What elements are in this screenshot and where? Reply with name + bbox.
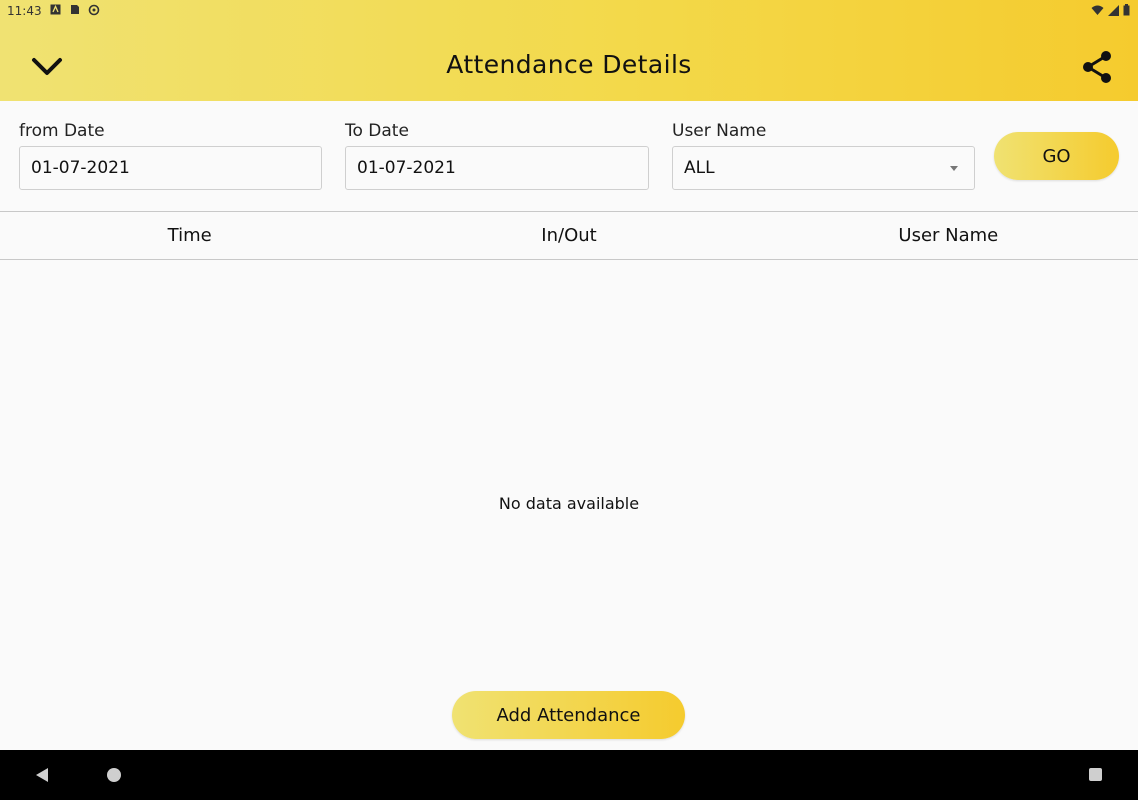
table-header: Time In/Out User Name [0, 212, 1138, 259]
accessibility-icon [50, 4, 61, 19]
sync-icon [88, 4, 100, 19]
status-icons-right [1091, 4, 1130, 19]
app-bar: 11:43 Attendance Details [0, 0, 1138, 101]
user-name-select[interactable]: ALL [672, 146, 975, 190]
wifi-icon [1091, 5, 1104, 19]
table-header-divider [0, 259, 1138, 260]
empty-state-message: No data available [498, 494, 640, 513]
nav-back-icon[interactable] [36, 768, 48, 782]
signal-icon [1108, 4, 1119, 19]
nav-recents-icon[interactable] [1089, 768, 1102, 781]
status-bar: 11:43 [0, 0, 1138, 22]
dropdown-caret-icon [950, 166, 958, 171]
chevron-down-icon[interactable] [27, 50, 67, 84]
user-name-selected-value: ALL [684, 158, 715, 178]
battery-icon [1123, 4, 1130, 19]
sd-card-icon [69, 4, 80, 19]
user-name-label: User Name [672, 121, 767, 141]
status-time: 11:43 [7, 4, 42, 18]
from-date-label: from Date [19, 121, 105, 141]
share-icon[interactable] [1078, 47, 1118, 87]
go-button[interactable]: GO [994, 132, 1119, 180]
nav-home-icon[interactable] [107, 768, 121, 782]
from-date-field[interactable] [19, 146, 322, 190]
page-title: Attendance Details [446, 50, 692, 79]
column-header-in-out: In/Out [541, 225, 597, 246]
to-date-label: To Date [345, 121, 409, 141]
column-header-time: Time [167, 225, 212, 246]
system-nav-bar [0, 750, 1138, 800]
column-header-user-name: User Name [898, 225, 999, 246]
to-date-field[interactable] [345, 146, 649, 190]
status-icons-left [50, 4, 100, 19]
add-attendance-button[interactable]: Add Attendance [452, 691, 685, 739]
